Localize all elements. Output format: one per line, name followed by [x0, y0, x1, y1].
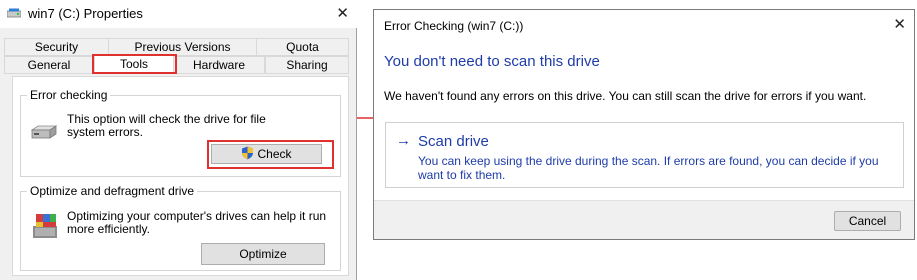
- optimize-button[interactable]: Optimize: [201, 243, 325, 265]
- optimize-description: Optimizing your computer's drives can he…: [67, 210, 326, 236]
- properties-window: win7 (C:) Properties ✕ Security Previous…: [0, 0, 357, 280]
- tools-tab-highlight: [92, 54, 177, 74]
- tab-general[interactable]: General: [4, 56, 94, 74]
- check-button-highlight: [207, 140, 334, 169]
- scan-arrow-icon: →: [396, 132, 411, 149]
- dialog-close-icon[interactable]: ✕: [893, 15, 906, 33]
- error-checking-line2: system errors.: [67, 125, 144, 139]
- defragment-icon: [33, 214, 57, 238]
- window-title: win7 (C:) Properties: [28, 6, 143, 21]
- close-icon[interactable]: ✕: [336, 4, 349, 22]
- scan-drive-title: Scan drive: [418, 133, 489, 150]
- error-checking-description: This option will check the drive for fil…: [67, 113, 266, 139]
- hard-drive-icon: [30, 125, 58, 139]
- dialog-body: We haven't found any errors on this driv…: [384, 89, 867, 103]
- optimize-line2: more efficiently.: [67, 222, 150, 236]
- drive-icon: [7, 8, 21, 18]
- scan-drive-description: You can keep using the drive during the …: [418, 154, 888, 182]
- error-checking-dialog: Error Checking (win7 (C:)) ✕ You don't n…: [373, 9, 915, 240]
- dialog-heading: You don't need to scan this drive: [384, 53, 600, 70]
- tab-quota[interactable]: Quota: [256, 38, 349, 56]
- title-bar: win7 (C:) Properties ✕: [0, 0, 357, 28]
- scan-desc-line2: want to fix them.: [418, 168, 506, 182]
- error-checking-label: Error checking: [27, 88, 111, 102]
- dialog-title: Error Checking (win7 (C:)): [384, 19, 524, 33]
- cancel-button[interactable]: Cancel: [834, 211, 901, 231]
- optimize-label: Optimize and defragment drive: [27, 184, 198, 198]
- tab-hardware[interactable]: Hardware: [173, 56, 265, 74]
- scan-desc-line1: You can keep using the drive during the …: [418, 154, 879, 168]
- tab-sharing[interactable]: Sharing: [265, 56, 349, 74]
- dialog-footer: Cancel: [374, 200, 914, 239]
- scan-drive-option[interactable]: → Scan drive You can keep using the driv…: [385, 122, 904, 188]
